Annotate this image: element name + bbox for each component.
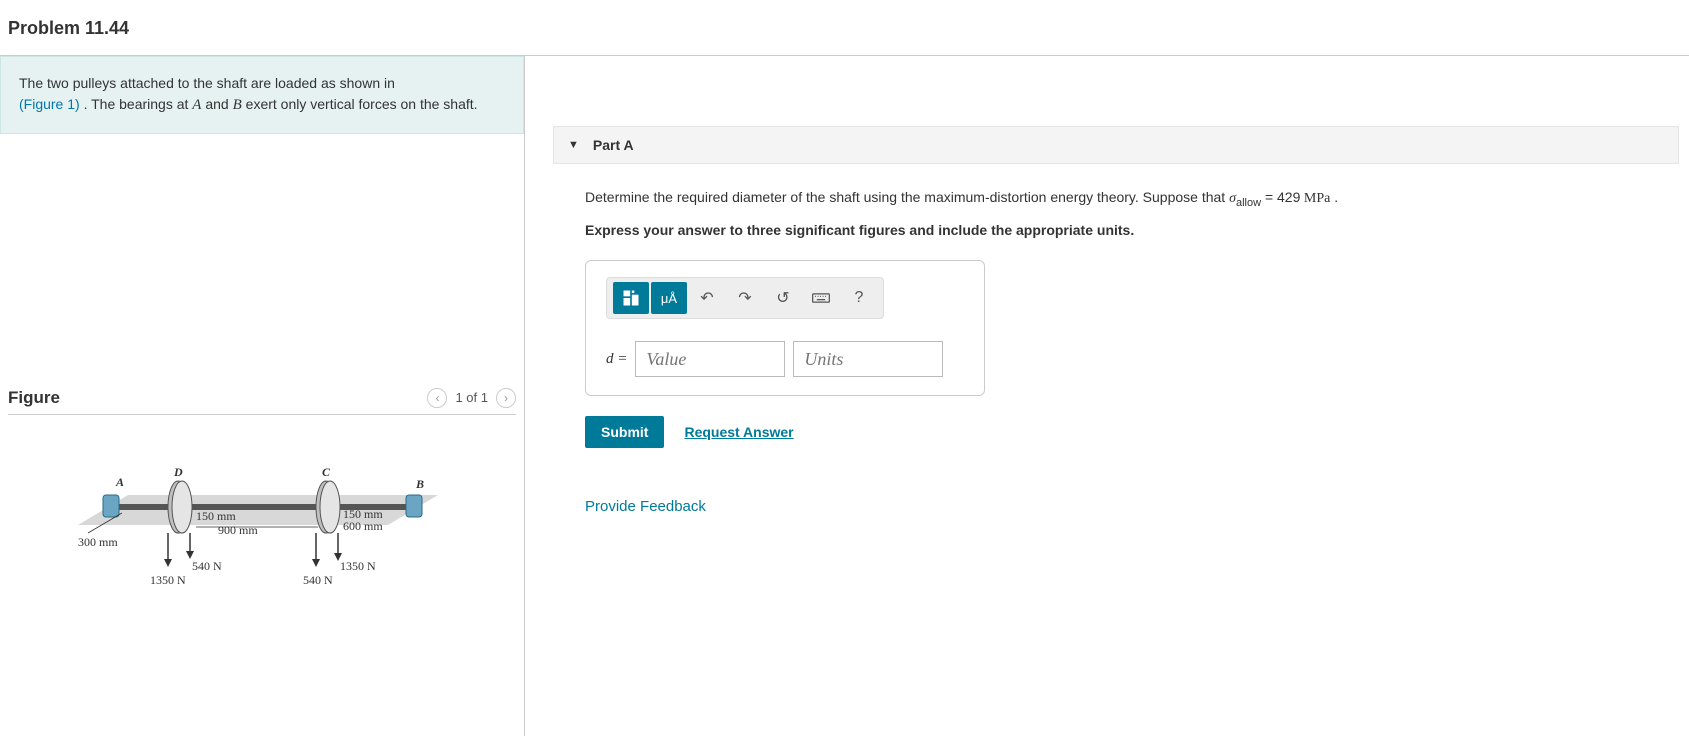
figure-link[interactable]: (Figure 1) xyxy=(19,96,80,112)
part-a-label: Part A xyxy=(593,137,634,153)
figure-prev-button[interactable]: ‹ xyxy=(427,388,447,408)
label-D: D xyxy=(174,465,183,480)
submit-row: Submit Request Answer xyxy=(585,416,1679,448)
force-1350N-b: 1350 N xyxy=(340,559,376,574)
eq-unit: MPa xyxy=(1300,191,1330,206)
shaft-diagram-svg xyxy=(78,455,458,615)
provide-feedback-link[interactable]: Provide Feedback xyxy=(585,498,1679,515)
redo-icon[interactable]: ↷ xyxy=(727,282,763,314)
var-B: B xyxy=(233,97,242,113)
dim-150mm-a: 150 mm xyxy=(196,509,236,524)
value-input[interactable] xyxy=(635,341,785,377)
submit-button[interactable]: Submit xyxy=(585,416,664,448)
statement-text-2: . The bearings at xyxy=(80,96,193,112)
help-icon[interactable]: ? xyxy=(841,282,877,314)
dim-300mm: 300 mm xyxy=(78,535,118,550)
request-answer-link[interactable]: Request Answer xyxy=(684,424,793,440)
part-a-instruction: Express your answer to three significant… xyxy=(585,222,1679,238)
right-column: ▼ Part A Determine the required diameter… xyxy=(525,56,1689,736)
figure-title: Figure xyxy=(8,388,60,408)
force-540N-a: 540 N xyxy=(192,559,222,574)
part-a-question: Determine the required diameter of the s… xyxy=(585,186,1679,212)
problem-statement: The two pulleys attached to the shaft ar… xyxy=(0,56,524,134)
figure-header: Figure ‹ 1 of 1 › xyxy=(8,384,516,415)
page-title: Problem 11.44 xyxy=(0,0,1689,55)
figure-next-button[interactable]: › xyxy=(496,388,516,408)
dim-900mm: 900 mm xyxy=(218,523,258,538)
units-input[interactable] xyxy=(793,341,943,377)
figure-nav: ‹ 1 of 1 › xyxy=(427,388,516,408)
statement-text-3: and xyxy=(201,96,232,112)
part-a-header[interactable]: ▼ Part A xyxy=(553,126,1679,164)
eq-value: = 429 xyxy=(1261,189,1300,205)
sigma-symbol: σ xyxy=(1229,191,1236,206)
answer-input-row: d = xyxy=(606,341,964,377)
eq-period: . xyxy=(1330,189,1338,205)
figure-diagram: A D C B 300 mm 150 mm 900 mm 150 mm 600 … xyxy=(78,455,458,615)
statement-text-4: exert only vertical forces on the shaft. xyxy=(242,96,478,112)
variable-label: d = xyxy=(606,351,627,368)
answer-toolbar: μÅ ↶ ↷ ↺ ? xyxy=(606,277,884,319)
figure-pager: 1 of 1 xyxy=(455,390,488,405)
templates-icon[interactable] xyxy=(613,282,649,314)
statement-text-1: The two pulleys attached to the shaft ar… xyxy=(19,75,395,91)
reset-icon[interactable]: ↺ xyxy=(765,282,801,314)
dim-600mm: 600 mm xyxy=(343,519,383,534)
question-text: Determine the required diameter of the s… xyxy=(585,189,1229,205)
left-column: The two pulleys attached to the shaft ar… xyxy=(0,56,525,736)
main-container: The two pulleys attached to the shaft ar… xyxy=(0,55,1689,736)
figure-section: Figure ‹ 1 of 1 › xyxy=(0,384,524,615)
label-B: B xyxy=(416,477,424,492)
answer-box: μÅ ↶ ↷ ↺ ? d = xyxy=(585,260,985,396)
undo-icon[interactable]: ↶ xyxy=(689,282,725,314)
sigma-subscript: allow xyxy=(1236,197,1261,209)
label-A: A xyxy=(116,475,124,490)
part-a-body: Determine the required diameter of the s… xyxy=(553,164,1689,515)
force-1350N-a: 1350 N xyxy=(150,573,186,588)
units-icon[interactable]: μÅ xyxy=(651,282,687,314)
force-540N-b: 540 N xyxy=(303,573,333,588)
caret-down-icon: ▼ xyxy=(568,139,579,151)
label-C: C xyxy=(322,465,330,480)
keyboard-icon[interactable] xyxy=(803,282,839,314)
